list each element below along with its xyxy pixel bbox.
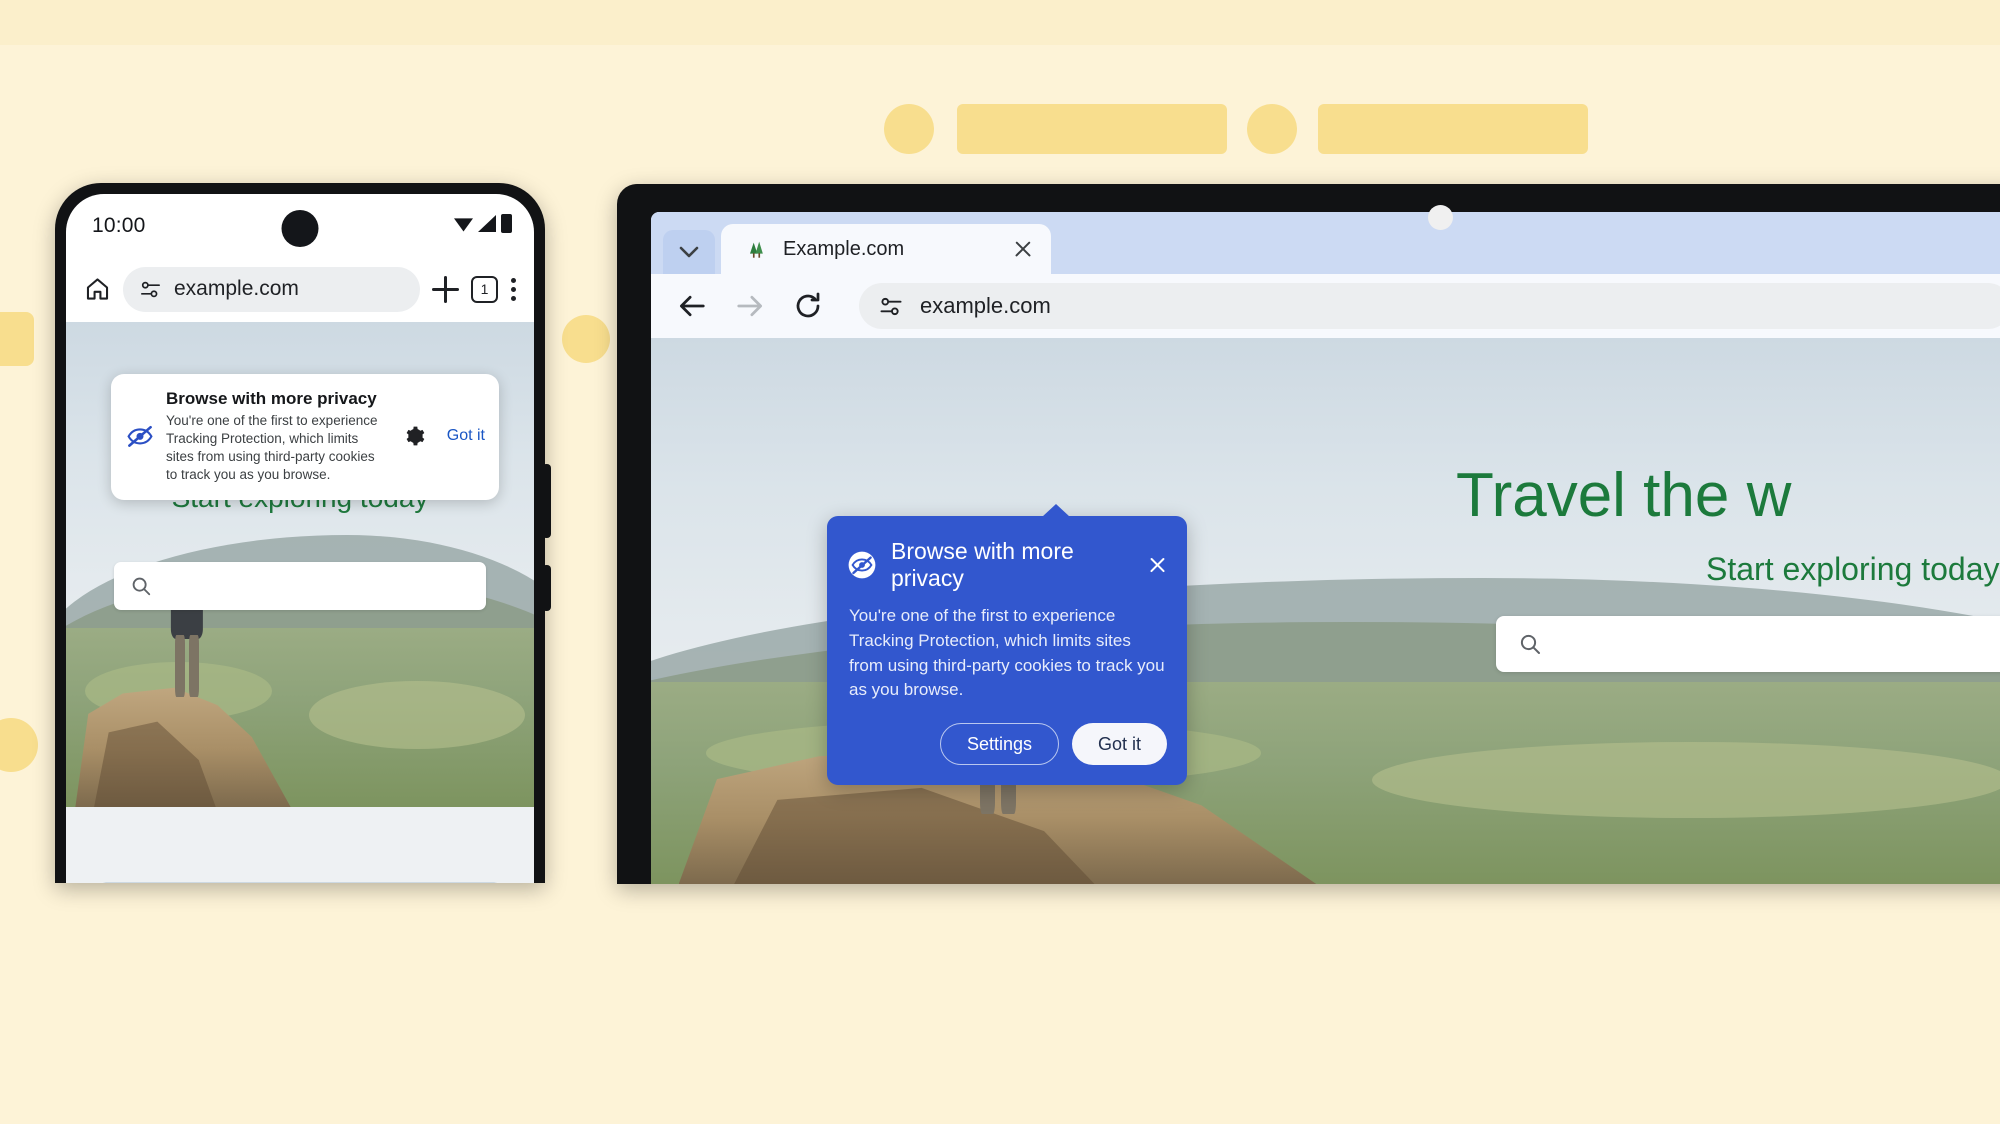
back-arrow-icon[interactable] — [677, 291, 707, 321]
tablet-tab-strip: Example.com — [651, 212, 2000, 274]
tablet-page-heading: Travel the w — [1456, 461, 1792, 530]
tablet-privacy-tooltip: Browse with more privacy You're one of t… — [827, 504, 1187, 786]
tooltip-description: You're one of the first to experience Tr… — [849, 606, 1165, 700]
phone-page-divider — [66, 807, 534, 882]
status-bar-clock: 10:00 — [92, 214, 146, 237]
signal-icon — [478, 215, 496, 232]
tooltip-actions: Settings Got it — [847, 723, 1167, 766]
tune-icon[interactable] — [140, 280, 161, 299]
search-icon — [1520, 634, 1540, 654]
tab-search-button[interactable] — [663, 230, 715, 274]
chevron-down-icon — [679, 246, 699, 258]
phone-status-bar: 10:00 — [66, 194, 534, 256]
gear-icon[interactable] — [403, 425, 425, 447]
tooltip-settings-button[interactable]: Settings — [939, 723, 1059, 766]
phone-volume-button[interactable] — [542, 464, 551, 538]
wifi-icon — [454, 218, 473, 232]
tablet-page-content: Travel the w Start exploring today Brows… — [651, 338, 2000, 884]
phone-address-bar[interactable]: example.com — [123, 266, 420, 312]
battery-icon — [501, 214, 512, 233]
tooltip-pointer-arrow — [1042, 504, 1070, 517]
tablet-screen: Example.com example.com Travel the w Sta… — [651, 212, 2000, 884]
decorative-dot — [1247, 104, 1297, 154]
decorative-bar — [1318, 104, 1588, 154]
tooltip-header: Browse with more privacy — [847, 538, 1167, 592]
browser-tab[interactable]: Example.com — [721, 224, 1051, 274]
search-icon — [132, 577, 151, 596]
phone-privacy-card: Browse with more privacy You're one of t… — [111, 374, 499, 500]
phone-power-button[interactable] — [542, 565, 551, 611]
close-icon[interactable] — [1148, 556, 1167, 575]
plus-icon[interactable] — [432, 275, 459, 303]
tab-count-button[interactable]: 1 — [471, 275, 498, 303]
decorative-dot — [0, 718, 38, 772]
tooltip-got-it-button[interactable]: Got it — [1071, 723, 1167, 766]
tablet-page-search-box[interactable] — [1496, 616, 2000, 672]
phone-page-card — [96, 882, 504, 883]
kebab-menu-icon[interactable] — [510, 277, 516, 301]
tablet-front-camera — [1428, 205, 1453, 230]
decorative-pill — [0, 312, 34, 366]
background-top-band — [0, 0, 2000, 45]
phone-device-frame: 10:00 example.com 1 Browse with more pri… — [55, 183, 551, 883]
tooltip-title: Browse with more privacy — [891, 538, 1074, 591]
phone-privacy-card-description: You're one of the first to experience Tr… — [166, 413, 378, 482]
status-bar-icons — [454, 214, 512, 233]
phone-page-search-box[interactable] — [114, 562, 486, 610]
phone-browser-toolbar: example.com 1 — [66, 256, 534, 322]
tablet-page-subheading: Start exploring today — [1706, 551, 2000, 587]
front-camera-punch-hole — [281, 210, 319, 247]
tune-icon[interactable] — [879, 296, 903, 317]
tree-favicon — [750, 241, 763, 258]
browser-tab-title: Example.com — [783, 237, 905, 260]
decorative-dot — [562, 315, 610, 363]
phone-got-it-button[interactable]: Got it — [447, 427, 485, 445]
decorative-bar — [957, 104, 1227, 154]
tablet-device-frame: Example.com example.com Travel the w Sta… — [617, 184, 2000, 884]
phone-screen: 10:00 example.com 1 Browse with more pri… — [66, 194, 534, 883]
tablet-address-bar[interactable]: example.com — [859, 283, 2000, 329]
home-icon[interactable] — [84, 276, 111, 302]
phone-privacy-card-icon-wrap — [125, 424, 155, 448]
reload-icon[interactable] — [793, 291, 823, 321]
forward-arrow-icon[interactable] — [735, 291, 765, 321]
phone-privacy-card-actions: Got it — [399, 425, 485, 447]
tablet-browser-toolbar: example.com — [651, 274, 2000, 338]
phone-privacy-card-body: Browse with more privacy You're one of t… — [166, 389, 388, 484]
phone-url-text: example.com — [174, 277, 299, 300]
decorative-dot — [884, 104, 934, 154]
eye-slash-icon — [848, 551, 876, 579]
eye-slash-icon — [127, 426, 153, 448]
close-icon[interactable] — [1013, 239, 1033, 259]
phone-privacy-card-title: Browse with more privacy — [166, 389, 377, 408]
tablet-url-text: example.com — [920, 293, 1051, 318]
